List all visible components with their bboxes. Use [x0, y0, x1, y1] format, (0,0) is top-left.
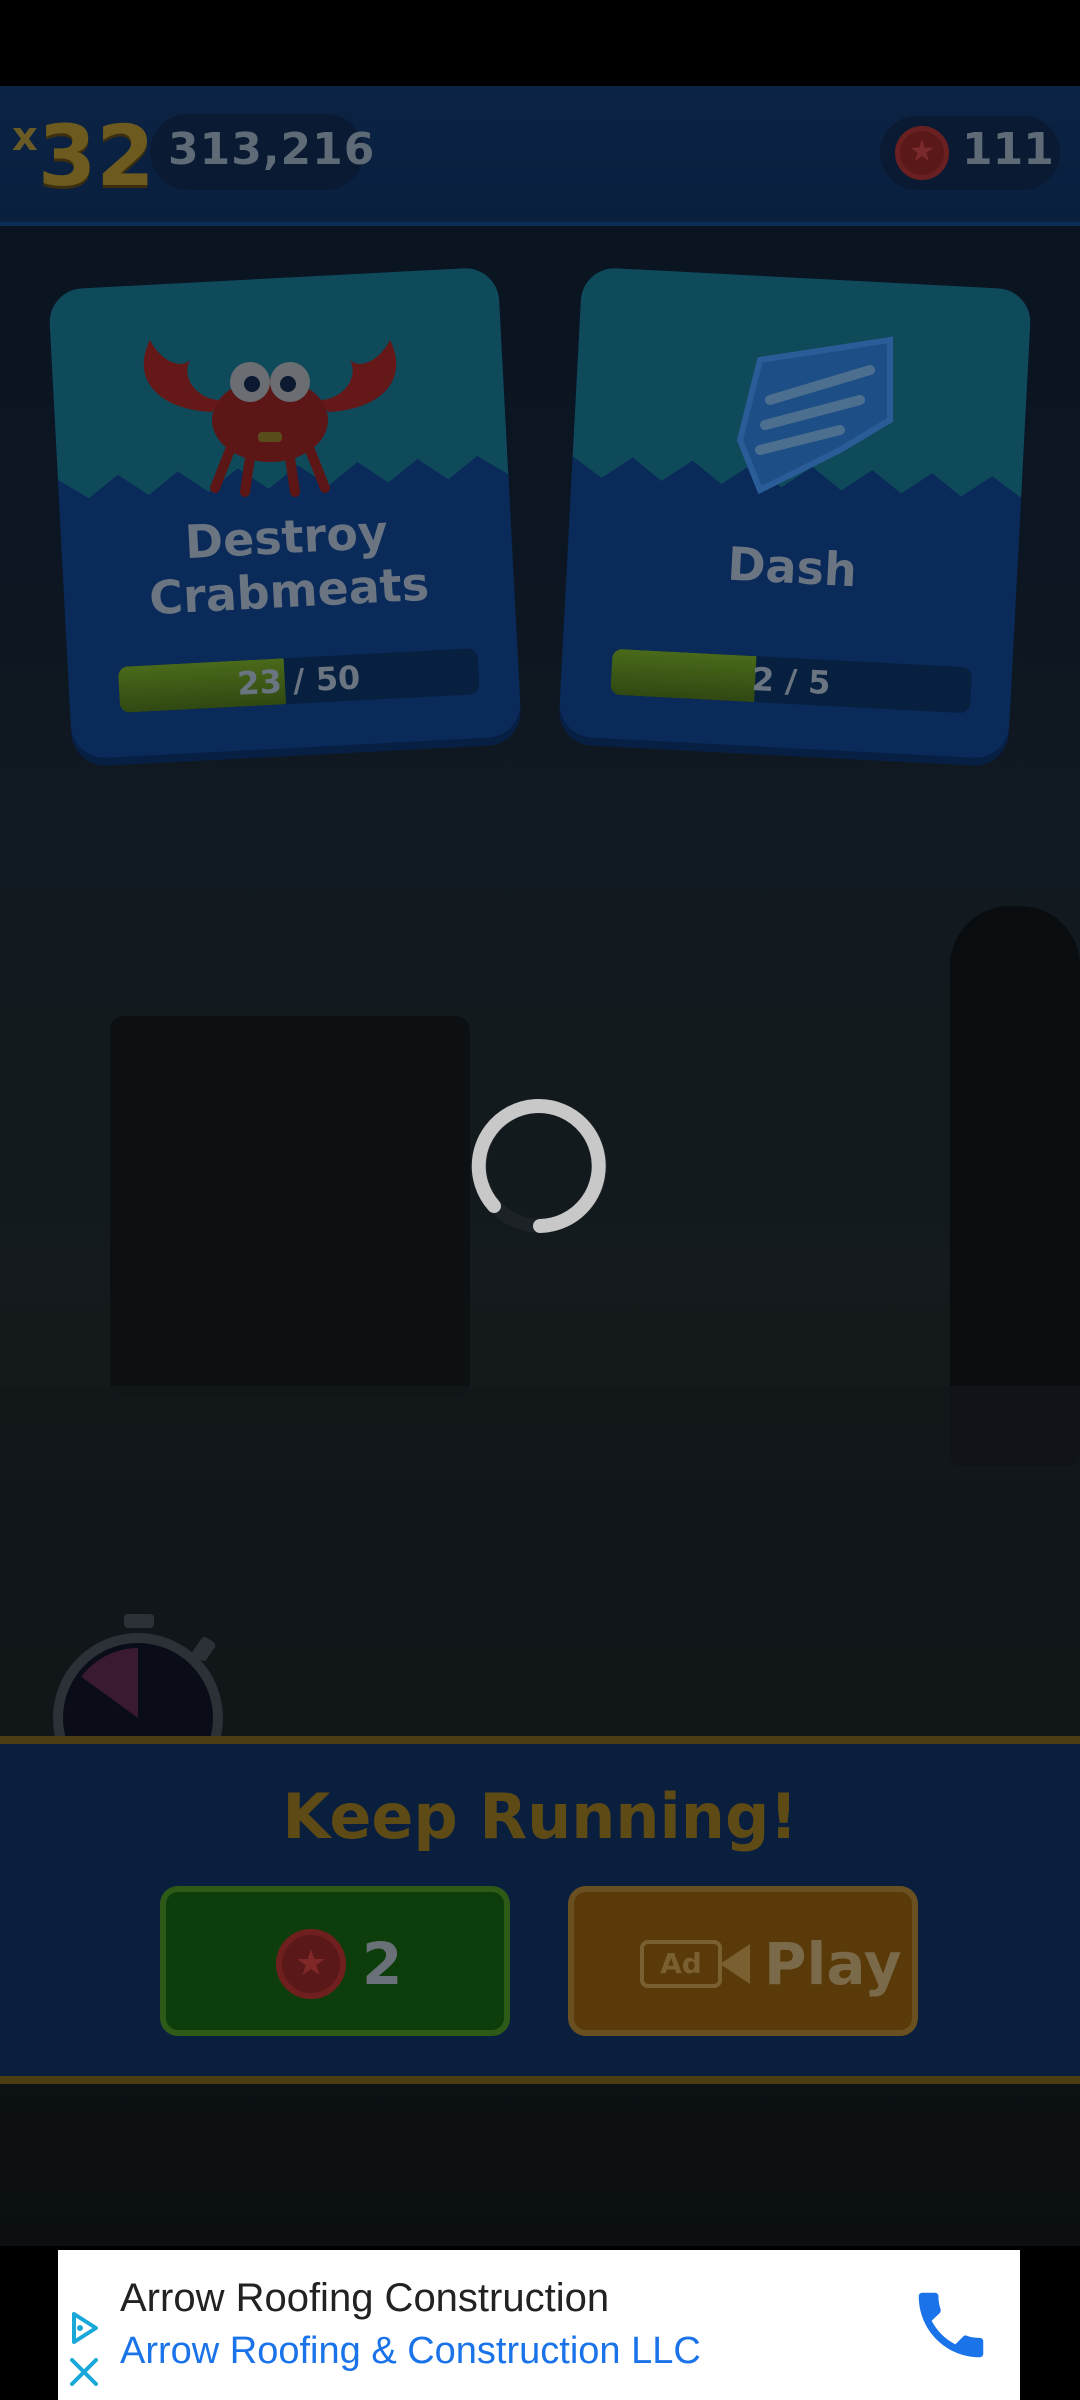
mission-progress-bar: 23 / 50: [117, 648, 480, 713]
top-hud: x32 313,216 ★ 111: [0, 86, 1080, 226]
mission-progress-text: 2 / 5: [751, 660, 832, 703]
multiplier-x-label: x: [12, 114, 38, 160]
ad-banner[interactable]: Arrow Roofing Construction Arrow Roofing…: [58, 2250, 1020, 2400]
score-multiplier: x32: [12, 114, 155, 198]
keep-running-heading: Keep Running!: [282, 1780, 798, 1853]
phone-call-icon[interactable]: [908, 2282, 994, 2368]
ring-cost: 2: [362, 1930, 403, 1998]
red-star-ring-icon: ★: [276, 1929, 346, 1999]
ad-camera-icon: Ad: [640, 1940, 722, 1988]
mission-title-line1: Dash: [726, 536, 859, 598]
play-label: Play: [764, 1930, 902, 1998]
camera-lens-icon: [720, 1944, 750, 1984]
adchoices-icon[interactable]: [66, 2310, 102, 2346]
scene-tree: [950, 906, 1080, 1466]
mission-progress-text: 23 / 50: [236, 658, 362, 703]
loading-spinner: [471, 1099, 607, 1233]
continue-with-rings-button[interactable]: ★ 2: [160, 1886, 510, 2036]
scene-shelter: [110, 1016, 470, 1396]
ring-count: 111: [962, 124, 1054, 175]
multiplier-value: 32: [37, 107, 155, 205]
close-icon[interactable]: [66, 2354, 102, 2390]
ad-subtitle[interactable]: Arrow Roofing & Construction LLC: [120, 2330, 701, 2373]
dash-shoe-icon: [736, 336, 893, 495]
mission-progress-bar: 2 / 5: [610, 648, 973, 714]
status-bar: [0, 0, 1080, 86]
mission-title: Dash: [566, 528, 1018, 605]
crabmeat-icon: [143, 340, 397, 497]
ad-title[interactable]: Arrow Roofing Construction: [120, 2276, 609, 2321]
mission-title: Destroy Crabmeats: [60, 498, 515, 629]
score-value: 313,216: [168, 124, 376, 175]
watch-ad-play-button[interactable]: Ad Play: [568, 1886, 918, 2036]
red-star-ring-icon: ★: [895, 126, 949, 180]
